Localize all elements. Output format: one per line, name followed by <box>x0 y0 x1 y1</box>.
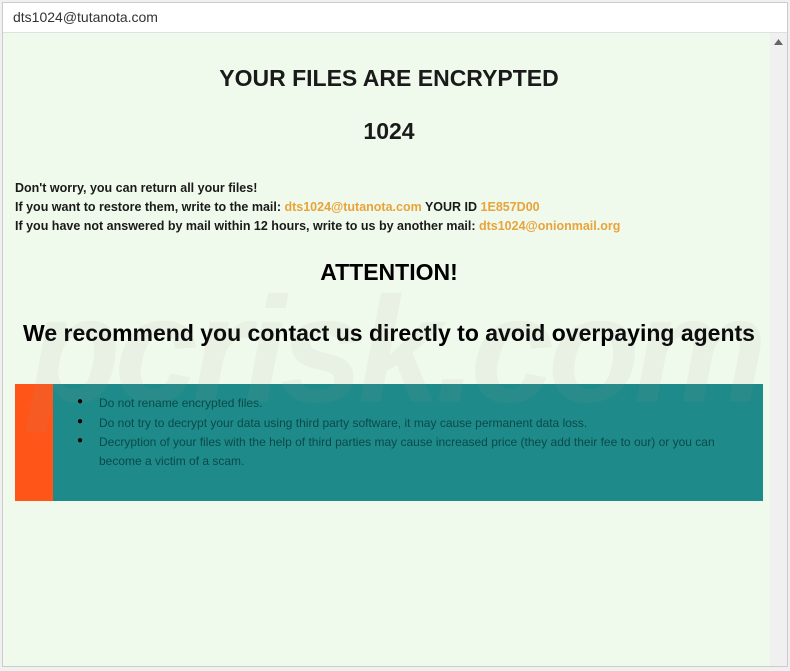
headline: YOUR FILES ARE ENCRYPTED <box>15 65 763 92</box>
list-item: Decryption of your files with the help o… <box>99 433 749 470</box>
warning-list-container: Do not rename encrypted files. Do not tr… <box>53 384 763 501</box>
your-id-label: YOUR ID <box>422 200 481 214</box>
warning-box: Do not rename encrypted files. Do not tr… <box>15 384 763 501</box>
intro-line3-text: If you have not answered by mail within … <box>15 219 479 233</box>
window-titlebar[interactable]: dts1024@tutanota.com <box>3 3 787 33</box>
intro-line2: If you want to restore them, write to th… <box>15 198 763 217</box>
window-title: dts1024@tutanota.com <box>13 9 158 25</box>
recommend-text: We recommend you contact us directly to … <box>15 304 763 364</box>
list-item: Do not rename encrypted files. <box>99 394 749 413</box>
scroll-up-icon[interactable] <box>770 33 787 50</box>
your-id-value: 1E857D00 <box>481 200 540 214</box>
vertical-scrollbar[interactable] <box>770 33 787 666</box>
warning-accent-strip <box>15 384 53 501</box>
list-item: Do not try to decrypt your data using th… <box>99 414 749 433</box>
intro-line3: If you have not answered by mail within … <box>15 217 763 236</box>
warning-list: Do not rename encrypted files. Do not tr… <box>67 394 749 470</box>
sub-headline: 1024 <box>15 118 763 145</box>
intro-block: Don't worry, you can return all your fil… <box>15 179 763 235</box>
note-content: YOUR FILES ARE ENCRYPTED 1024 Don't worr… <box>3 33 787 521</box>
attention-heading: ATTENTION! <box>15 259 763 286</box>
intro-line2-text: If you want to restore them, write to th… <box>15 200 284 214</box>
secondary-email: dts1024@onionmail.org <box>479 219 620 233</box>
intro-line1: Don't worry, you can return all your fil… <box>15 179 763 198</box>
primary-email: dts1024@tutanota.com <box>284 200 421 214</box>
content-area: pcrisk.com YOUR FILES ARE ENCRYPTED 1024… <box>3 33 787 666</box>
ransomware-note-window: dts1024@tutanota.com pcrisk.com YOUR FIL… <box>2 2 788 667</box>
